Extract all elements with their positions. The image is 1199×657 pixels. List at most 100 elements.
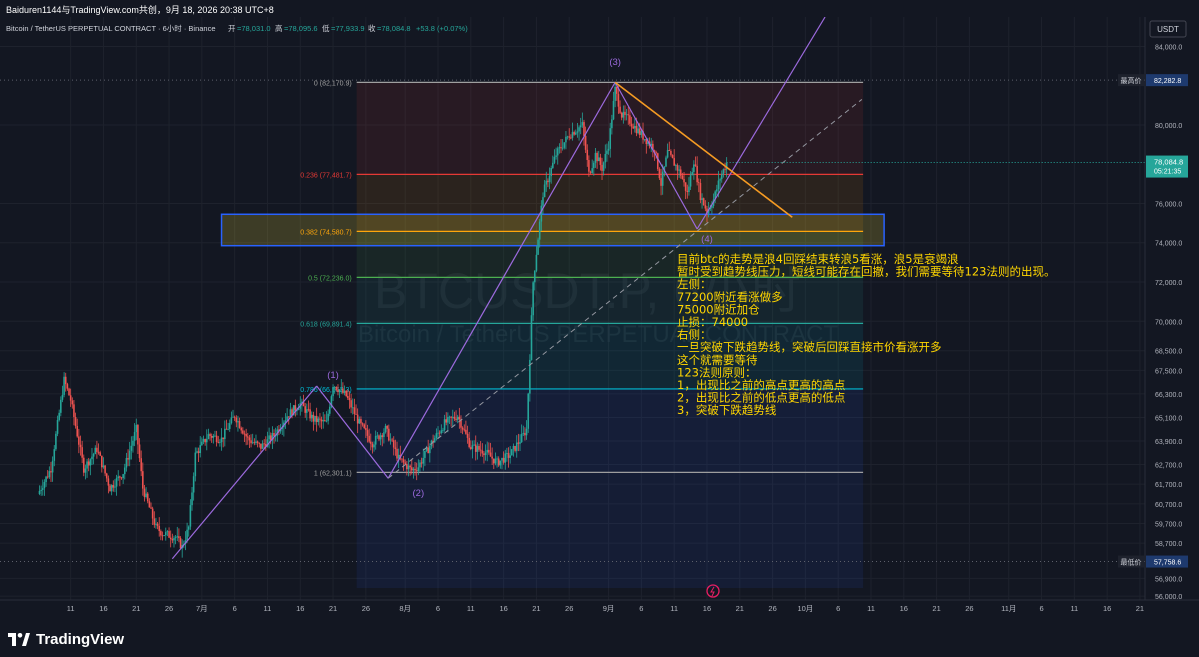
candle-body <box>629 115 631 124</box>
candle-body <box>412 468 415 471</box>
candle-body <box>160 531 162 536</box>
candle-body <box>681 175 684 180</box>
candle-body <box>512 445 515 450</box>
candle-body <box>256 441 259 443</box>
candle-body <box>520 433 523 443</box>
candle-body <box>138 444 141 459</box>
candle-body <box>547 180 549 183</box>
candle-body <box>196 451 198 453</box>
price-axis-tick: 63,900.0 <box>1155 439 1182 446</box>
candle-body <box>358 419 361 424</box>
candle-body <box>619 106 621 113</box>
candle-body <box>158 525 161 532</box>
candle-body <box>588 159 590 172</box>
candle-body <box>671 154 674 159</box>
candle-body <box>87 461 90 466</box>
open-label: 开 <box>228 24 236 33</box>
candle-body <box>474 444 477 452</box>
candle-body <box>391 439 393 441</box>
candle-body <box>233 416 236 418</box>
candle-body <box>420 462 423 464</box>
candle-body <box>220 437 223 443</box>
candle-body <box>74 416 77 426</box>
candle-body <box>273 432 275 436</box>
candle-body <box>506 453 508 454</box>
candle-body <box>368 435 370 442</box>
candle-body <box>719 179 721 181</box>
candle-body <box>240 427 243 431</box>
candle-body <box>720 174 723 180</box>
candle-body <box>104 465 106 474</box>
candle-body <box>94 447 97 455</box>
candle-body <box>379 435 382 440</box>
time-axis-tick: 6 <box>639 604 643 613</box>
price-axis-tick: 58,700.0 <box>1155 541 1182 548</box>
candle-body <box>545 180 548 185</box>
price-chart[interactable]: BTCUSDT.P, 6小时 Bitcoin / TetherUS PERPET… <box>0 17 1199 620</box>
candle-body <box>612 100 615 120</box>
candle-body <box>540 205 543 222</box>
candle-body <box>447 417 449 423</box>
candle-body <box>199 445 202 454</box>
candle-body <box>315 415 318 423</box>
candle-body <box>440 430 443 434</box>
candle-body <box>563 142 566 148</box>
candle-body <box>179 538 182 549</box>
time-axis-tick: 26 <box>565 604 573 613</box>
candle-body <box>112 485 115 488</box>
candle-body <box>251 442 254 444</box>
candle-body <box>679 169 682 176</box>
candle-body <box>543 184 546 198</box>
candle-body <box>570 137 572 139</box>
candle-body <box>499 460 502 466</box>
footer: TradingView <box>0 620 1199 657</box>
candle-body <box>615 86 618 94</box>
candle-body <box>261 443 264 449</box>
candle-body <box>61 394 64 400</box>
candle-body <box>174 537 177 539</box>
candle-body <box>604 153 607 163</box>
candle-body <box>429 446 431 454</box>
candle-body <box>43 482 46 489</box>
candle-body <box>496 458 498 460</box>
candle-body <box>637 128 639 134</box>
time-axis-tick: 6 <box>233 604 237 613</box>
analysis-note-line: 暂时受到趋势线压力，短线可能存在回撤，我们需要等待123法则的出现。 <box>677 265 1055 279</box>
candle-body <box>253 442 256 444</box>
candle-body <box>245 433 247 437</box>
candle-body <box>350 400 352 408</box>
candle-body <box>614 86 616 101</box>
candle-body <box>38 490 41 494</box>
candle-body <box>527 393 530 429</box>
time-axis-tick: 26 <box>768 604 776 613</box>
candle-body <box>524 432 526 436</box>
candle-body <box>468 437 470 448</box>
candle-body <box>574 132 577 135</box>
candle-body <box>45 476 47 483</box>
candle-body <box>153 518 156 525</box>
candle-body <box>81 447 83 458</box>
candle-body <box>178 536 180 539</box>
candle-body <box>46 476 49 478</box>
candle-body <box>716 189 718 192</box>
candle-body <box>560 147 562 149</box>
candle-body <box>565 136 567 143</box>
candle-body <box>137 424 139 445</box>
currency-button[interactable]: USDT <box>1149 20 1187 38</box>
candle-body <box>260 443 262 449</box>
candle-body <box>222 437 224 440</box>
candle-body <box>542 197 544 206</box>
candle-body <box>435 433 438 439</box>
time-axis-tick: 16 <box>499 604 507 613</box>
candle-body <box>366 430 369 436</box>
candle-body <box>230 417 233 424</box>
candle-body <box>55 433 57 450</box>
tradingview-logo[interactable]: TradingView <box>8 629 124 649</box>
candle-body <box>566 136 569 138</box>
candle-body <box>365 428 367 431</box>
candle-body <box>201 441 203 446</box>
candle-body <box>115 478 118 487</box>
candle-body <box>363 424 366 429</box>
candle-body <box>383 432 385 438</box>
candle-body <box>176 536 179 538</box>
